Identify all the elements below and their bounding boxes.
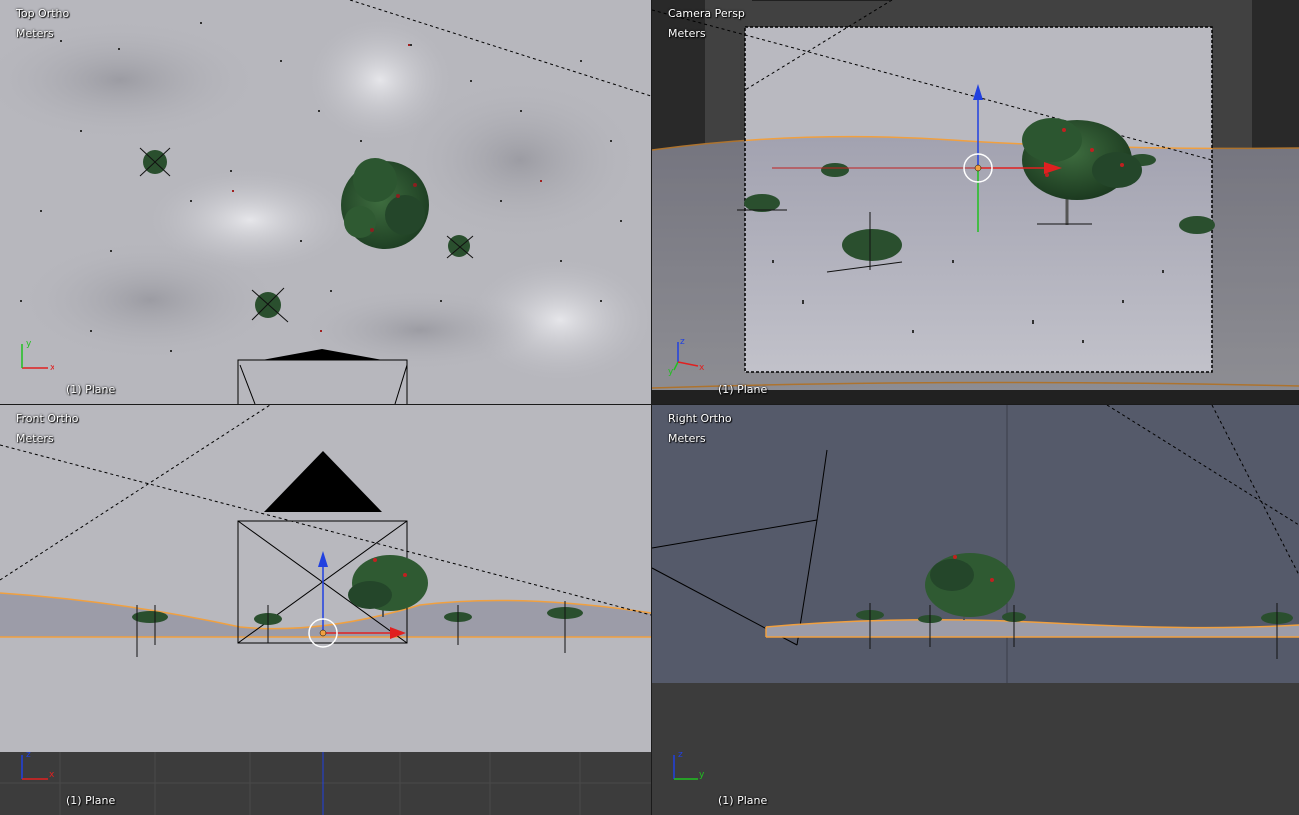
axis-orientation-icon: z y x <box>668 337 705 376</box>
active-object-label: (1) Plane <box>66 794 116 807</box>
bush-3[interactable] <box>821 163 849 177</box>
viewport-right-ortho[interactable]: Right Ortho Meters z y (1) Plane <box>652 405 1299 815</box>
units-label: Meters <box>668 27 706 40</box>
units-label: Meters <box>668 432 706 445</box>
view-name: Right Ortho <box>668 412 732 425</box>
viewport-header-top: Top Ortho Meters <box>16 4 69 44</box>
gizmo-label: z <box>678 750 683 760</box>
viewport-divider-vertical[interactable] <box>651 0 652 815</box>
pivot-point-icon <box>319 629 327 637</box>
front-view-scene <box>0 405 651 815</box>
viewport-front-ortho[interactable]: Front Ortho Meters z x (1) Plane <box>0 405 651 815</box>
units-label: Meters <box>16 432 54 445</box>
bush-4[interactable] <box>1179 216 1215 234</box>
bush-1[interactable] <box>139 147 171 177</box>
view-name: Front Ortho <box>16 412 79 425</box>
gizmo-label: x <box>49 770 54 780</box>
gizmo-label: x <box>50 363 54 373</box>
viewport-header-right: Right Ortho Meters <box>668 409 732 449</box>
gizmo-label: y <box>26 339 32 349</box>
pivot-point-icon <box>974 164 982 172</box>
active-object-label: (1) Plane <box>66 383 116 396</box>
gizmo-label: z <box>26 750 31 760</box>
axis-orientation-icon: z y <box>673 750 705 780</box>
view-name: Camera Persp <box>668 7 745 20</box>
viewport-divider-horizontal[interactable] <box>0 404 1299 405</box>
viewport-top-ortho[interactable]: Top Ortho Meters y x (1) Plane <box>0 0 651 404</box>
quad-viewport: Top Ortho Meters y x (1) Plane Camera Pe… <box>0 0 1299 815</box>
axis-orientation-icon: y x <box>21 339 54 373</box>
view-name: Top Ortho <box>16 7 70 20</box>
active-object-label: (1) Plane <box>718 383 768 396</box>
camera-view-scene <box>652 0 1299 404</box>
active-object-label: (1) Plane <box>718 794 768 807</box>
units-label: Meters <box>16 27 54 40</box>
gizmo-label: y <box>668 367 674 376</box>
gizmo-label: y <box>699 770 705 780</box>
top-view-scene <box>0 0 651 404</box>
terrain-surface <box>652 136 1299 390</box>
right-view-scene <box>652 405 1299 815</box>
gizmo-label: x <box>699 363 705 373</box>
viewport-camera-persp[interactable]: Camera Persp Meters z y x (1) Plane <box>652 0 1299 404</box>
viewport-header-front: Front Ortho Meters <box>16 409 79 449</box>
gizmo-label: z <box>680 337 685 347</box>
axis-orientation-icon: z x <box>21 750 54 780</box>
viewport-header-camera: Camera Persp Meters <box>668 4 745 44</box>
